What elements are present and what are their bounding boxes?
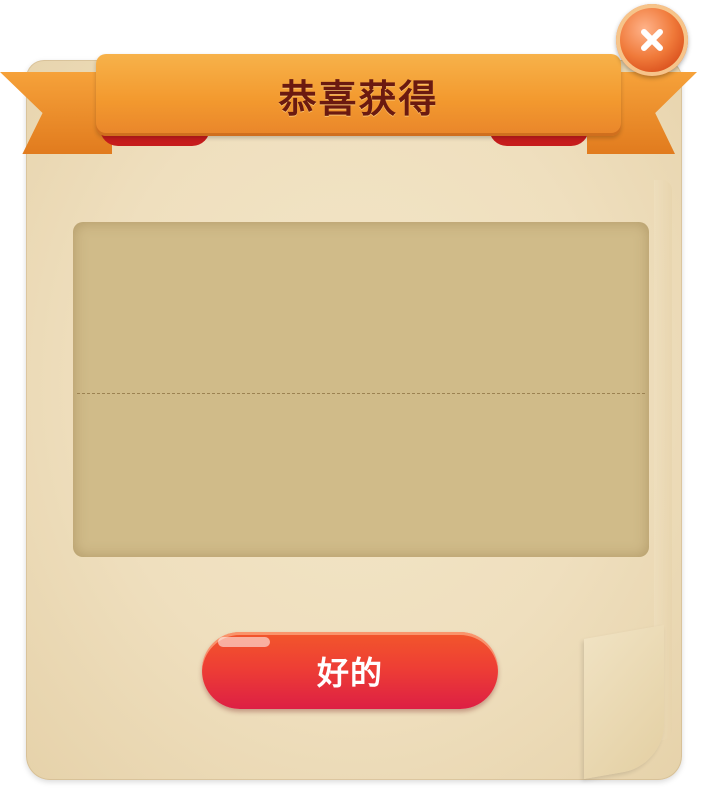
ribbon-banner: 恭喜获得 [96, 54, 621, 136]
close-button[interactable] [616, 4, 688, 76]
ok-button-label: 好的 [316, 653, 383, 692]
button-shine [218, 637, 270, 647]
dialog-title: 恭喜获得 [278, 76, 439, 121]
close-icon [641, 29, 663, 51]
parchment-fold [584, 624, 664, 780]
reward-area [73, 222, 649, 557]
title-ribbon: 恭喜获得 [0, 42, 701, 162]
reward-divider [77, 393, 645, 394]
ok-button[interactable]: 好的 [202, 632, 498, 709]
